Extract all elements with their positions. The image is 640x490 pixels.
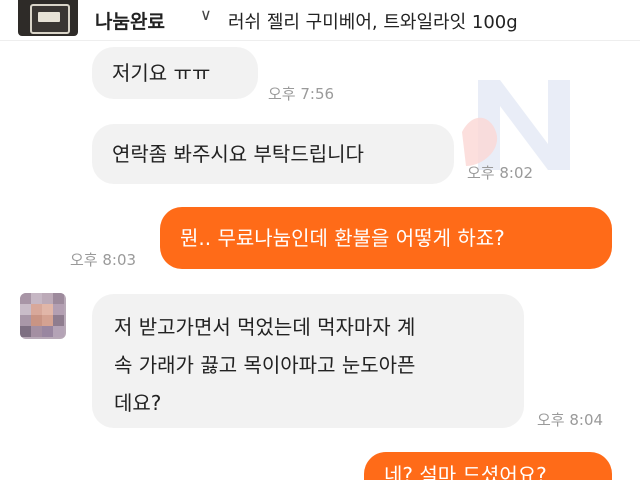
message-bubble-incoming: 연락좀 봐주시요 부탁드립니다 (92, 124, 454, 184)
chat-header: 나눔완료 ∨ 러쉬 젤리 구미베어, 트와일라잇 100g (0, 0, 640, 41)
avatar-pixel (20, 315, 31, 326)
avatar-pixel (31, 304, 42, 315)
message-line: 속 가래가 끓고 목이아파고 눈도아픈 (114, 353, 416, 377)
message-text: 네? 설마 드셨어요? (384, 463, 547, 487)
avatar-pixel (20, 326, 31, 337)
avatar-pixel (42, 304, 53, 315)
avatar-pixel (20, 304, 31, 315)
message-line: 데요? (114, 391, 162, 415)
product-title[interactable]: 러쉬 젤리 구미베어, 트와일라잇 100g (228, 8, 518, 34)
avatar-pixel (53, 326, 64, 337)
avatar-pixel (20, 293, 31, 304)
message-bubble-outgoing: 뭔.. 무료나눔인데 환불을 어떻게 하죠? (160, 207, 612, 269)
avatar-pixel (31, 315, 42, 326)
avatar-pixel (42, 293, 53, 304)
product-thumbnail[interactable] (18, 0, 78, 36)
message-text: 연락좀 봐주시요 부탁드립니다 (112, 142, 364, 166)
message-text: 저기요 ㅠㅠ (112, 61, 211, 85)
message-text: 뭔.. 무료나눔인데 환불을 어떻게 하죠? (180, 226, 505, 250)
avatar-pixel (53, 304, 64, 315)
message-timestamp: 오후 8:02 (467, 164, 534, 182)
chevron-down-icon[interactable]: ∨ (200, 5, 212, 24)
avatar-pixel (31, 293, 42, 304)
message-bubble-incoming: 저 받고가면서 먹었는데 먹자마자 계 속 가래가 끓고 목이아파고 눈도아픈 … (92, 294, 524, 428)
avatar-pixel (42, 315, 53, 326)
message-timestamp: 오후 7:56 (268, 85, 335, 103)
jar-image (30, 4, 70, 34)
jar-label (38, 12, 60, 22)
avatar-pixel (53, 293, 64, 304)
message-bubble-outgoing: 네? 설마 드셨어요? (364, 452, 612, 487)
sender-avatar[interactable] (20, 293, 66, 339)
message-line: 저 받고가면서 먹었는데 먹자마자 계 (114, 315, 416, 339)
message-timestamp: 오후 8:03 (70, 251, 137, 269)
trade-status[interactable]: 나눔완료 (95, 7, 165, 34)
message-bubble-incoming: 저기요 ㅠㅠ (92, 47, 258, 99)
avatar-pixel (42, 326, 53, 337)
avatar-pixel (31, 326, 42, 337)
avatar-pixel (53, 315, 64, 326)
message-timestamp: 오후 8:04 (537, 411, 604, 429)
